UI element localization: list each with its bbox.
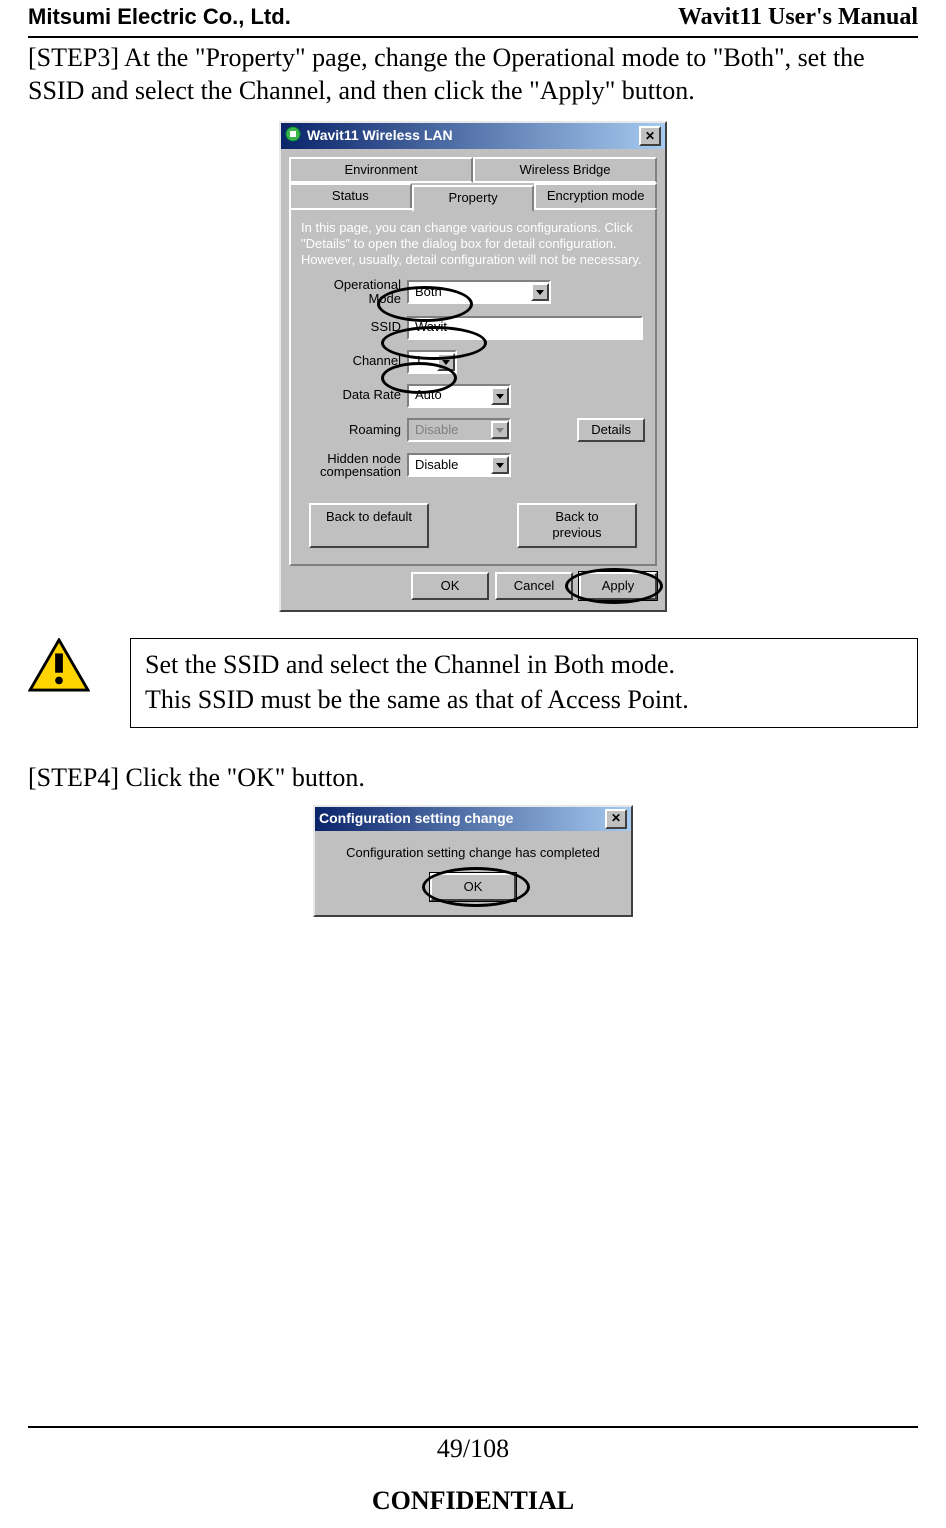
step4-text: [STEP4] Click the "OK" button.	[28, 762, 918, 795]
operational-mode-value: Both	[409, 284, 531, 300]
dialog-titlebar: Wavit11 Wireless LAN ✕	[281, 123, 665, 149]
step3-text: [STEP3] At the "Property" page, change t…	[28, 42, 918, 107]
company-name: Mitsumi Electric Co., Ltd.	[28, 4, 291, 31]
channel-select[interactable]: 1	[407, 350, 457, 374]
cancel-button[interactable]: Cancel	[495, 572, 573, 600]
channel-label: Channel	[301, 353, 407, 369]
dialog-title: Wavit11 Wireless LAN	[307, 127, 453, 145]
confirmation-dialog: Configuration setting change ✕ Configura…	[313, 805, 633, 918]
tab-wireless-bridge[interactable]: Wireless Bridge	[473, 157, 657, 183]
roaming-value: Disable	[409, 422, 491, 438]
hidden-node-value: Disable	[409, 457, 491, 473]
app-icon	[285, 126, 301, 147]
confirmation-title: Configuration setting change	[319, 810, 513, 828]
back-to-previous-button[interactable]: Back to previous	[517, 503, 637, 548]
note-line-2: This SSID must be the same as that of Ac…	[145, 682, 903, 717]
panel-description: In this page, you can change various con…	[301, 220, 645, 269]
data-rate-select[interactable]: Auto	[407, 384, 511, 408]
confidential-label: CONFIDENTIAL	[0, 1486, 946, 1516]
roaming-label: Roaming	[301, 422, 407, 438]
close-icon: ✕	[645, 129, 655, 144]
roaming-select: Disable	[407, 418, 511, 442]
data-rate-value: Auto	[409, 387, 491, 403]
ssid-value: Wavit	[415, 319, 447, 335]
tab-encryption-mode[interactable]: Encryption mode	[534, 183, 657, 209]
chevron-down-icon	[491, 421, 509, 439]
confirmation-titlebar: Configuration setting change ✕	[315, 807, 631, 831]
confirmation-message: Configuration setting change has complet…	[333, 845, 613, 861]
warning-icon	[28, 638, 90, 701]
ok-button[interactable]: OK	[411, 572, 489, 600]
property-panel: In this page, you can change various con…	[289, 208, 657, 566]
close-button[interactable]: ✕	[639, 126, 661, 146]
chevron-down-icon	[437, 353, 455, 371]
data-rate-label: Data Rate	[301, 387, 407, 403]
close-icon: ✕	[611, 811, 621, 826]
details-button[interactable]: Details	[577, 418, 645, 442]
operational-mode-select[interactable]: Both	[407, 280, 551, 304]
note-line-1: Set the SSID and select the Channel in B…	[145, 647, 903, 682]
ssid-label: SSID	[301, 319, 407, 335]
wireless-lan-dialog: Wavit11 Wireless LAN ✕ Environment Wirel…	[279, 121, 667, 612]
confirmation-ok-button[interactable]: OK	[430, 873, 516, 901]
back-to-default-button[interactable]: Back to default	[309, 503, 429, 548]
close-button[interactable]: ✕	[605, 809, 627, 829]
tab-environment[interactable]: Environment	[289, 157, 473, 183]
tab-property[interactable]: Property	[412, 185, 535, 211]
note-box: Set the SSID and select the Channel in B…	[130, 638, 918, 728]
header-rule	[28, 36, 918, 38]
channel-value: 1	[409, 353, 437, 369]
page-number: 49/108	[0, 1434, 946, 1464]
chevron-down-icon	[491, 387, 509, 405]
chevron-down-icon	[491, 456, 509, 474]
ssid-input[interactable]: Wavit	[407, 316, 643, 340]
tab-status[interactable]: Status	[289, 183, 412, 209]
footer-rule	[28, 1426, 918, 1428]
manual-title: Wavit11 User's Manual	[678, 4, 918, 31]
apply-button[interactable]: Apply	[579, 572, 657, 600]
hidden-node-select[interactable]: Disable	[407, 453, 511, 477]
chevron-down-icon	[531, 283, 549, 301]
